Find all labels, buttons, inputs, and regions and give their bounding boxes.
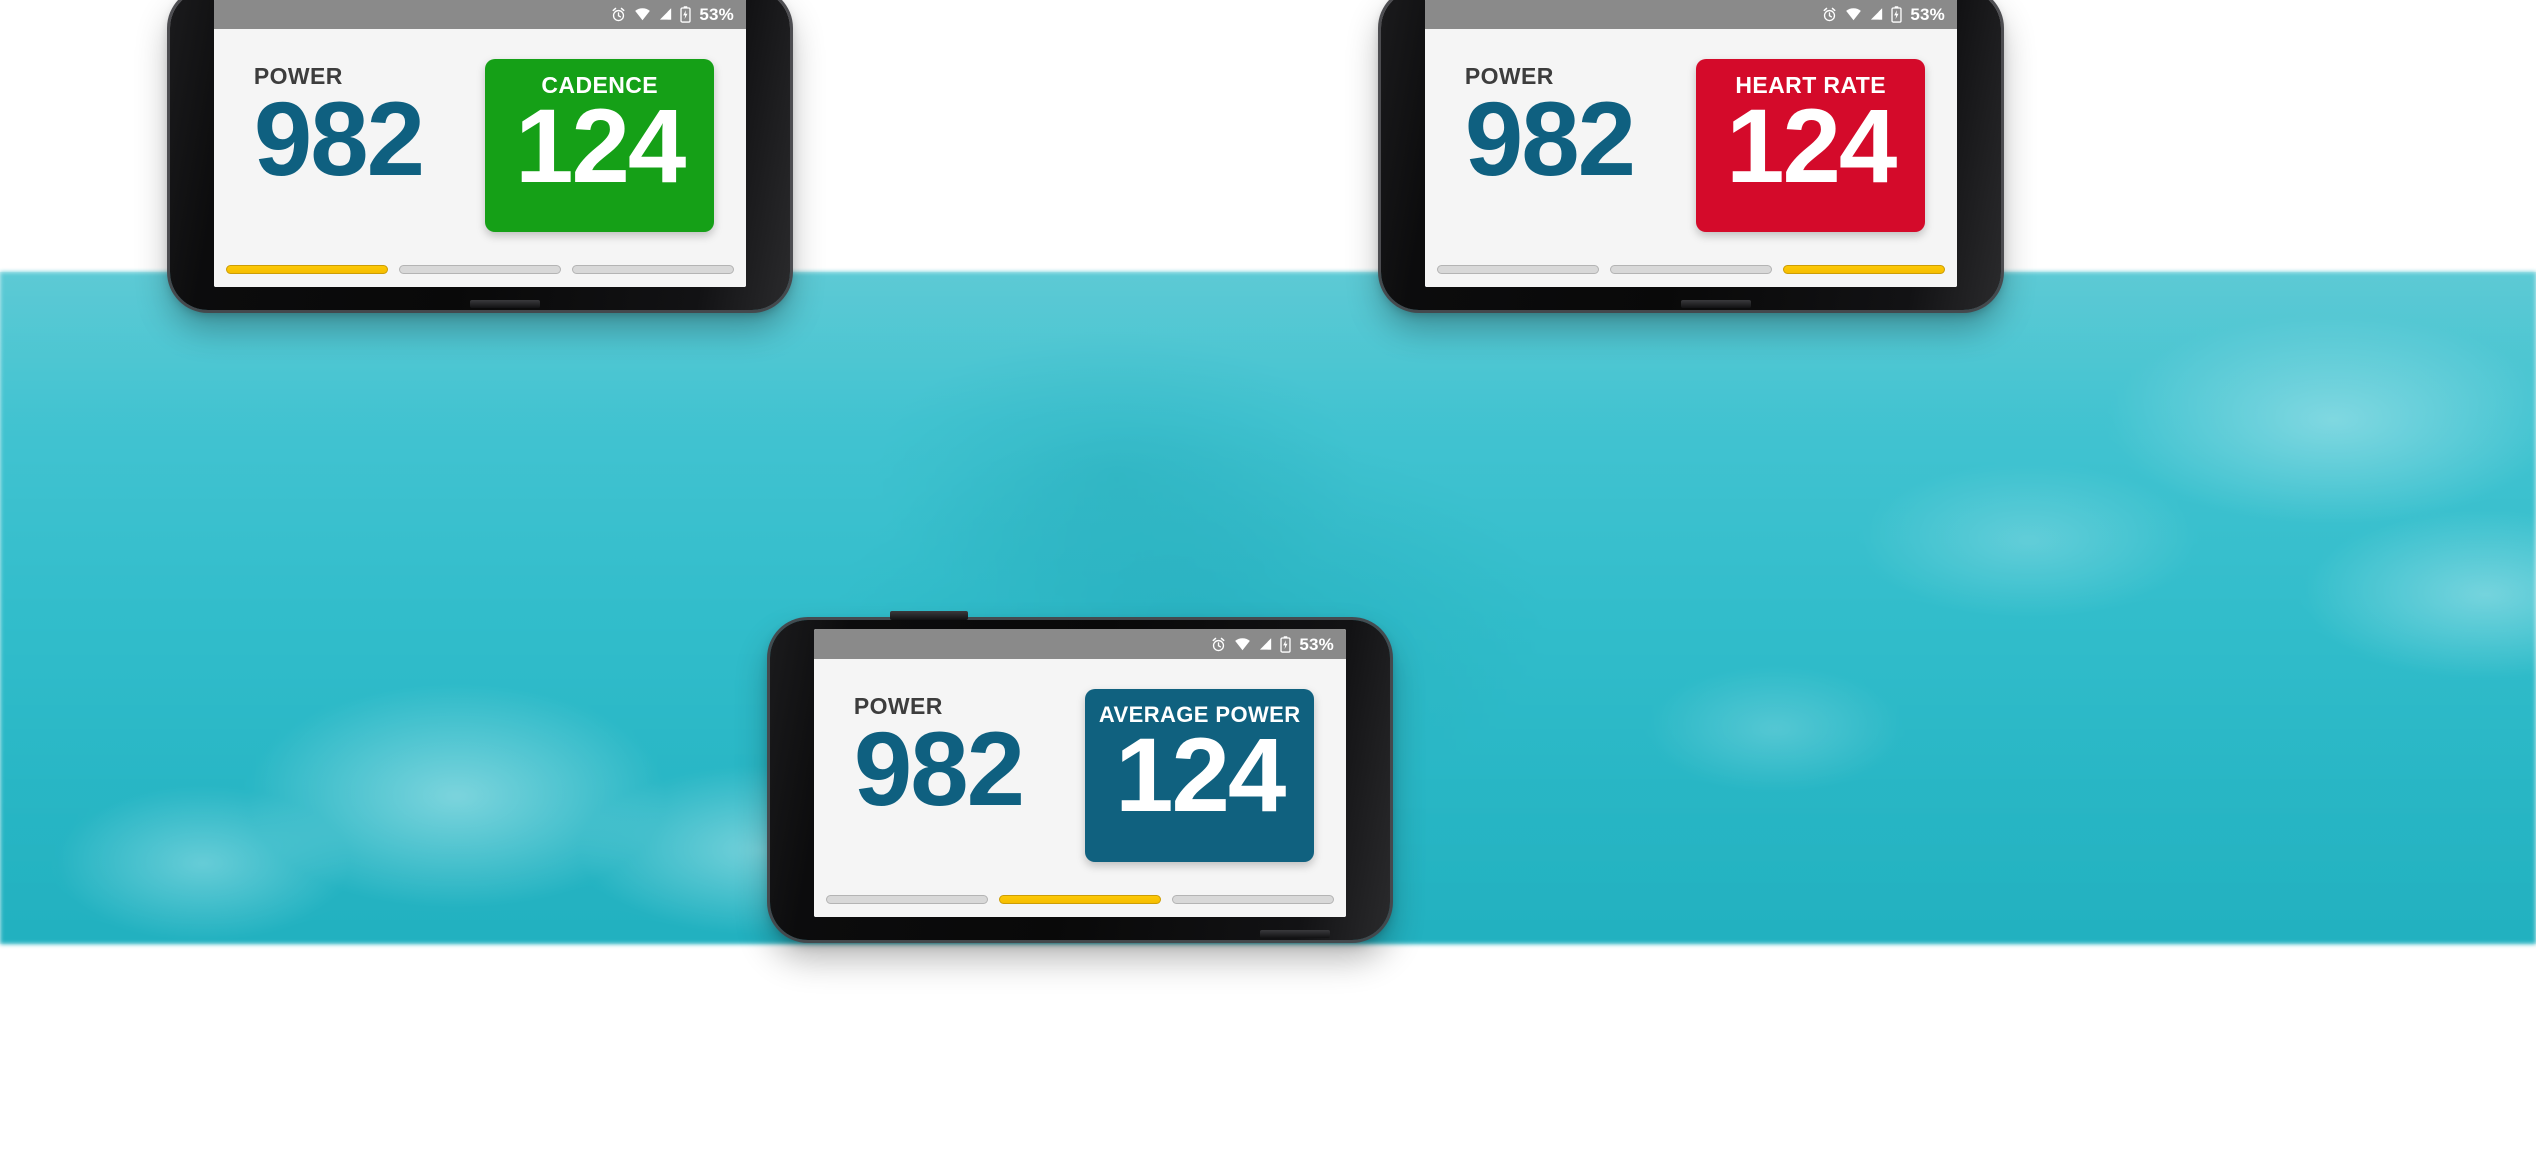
phone-screen-average-power: 53% POWER 982 AVERAGE POWER 124: [814, 629, 1346, 917]
average-power-card[interactable]: AVERAGE POWER 124: [1085, 688, 1315, 862]
page-indicator-1[interactable]: [1436, 265, 1600, 275]
primary-metric-value: 982: [853, 711, 1025, 829]
primary-metric-value: 982: [253, 81, 425, 199]
cell-signal-icon: [1871, 8, 1883, 20]
phone-screen-cadence: 53% POWER 982 CADENCE 124: [214, 0, 746, 287]
page-indicator-2[interactable]: [998, 895, 1162, 905]
page-indicator-2[interactable]: [1609, 265, 1773, 275]
status-bar: 53%: [1425, 0, 1957, 29]
primary-metric-power[interactable]: POWER 982: [253, 65, 425, 199]
cell-signal-icon: [1260, 638, 1272, 650]
page-indicator-group: [214, 265, 746, 287]
battery-percent-label: 53%: [1299, 634, 1334, 654]
status-bar: 53%: [814, 629, 1346, 659]
battery-percent-label: 53%: [1910, 4, 1945, 24]
alarm-clock-icon: [1823, 7, 1836, 21]
page-indicator-3[interactable]: [571, 265, 735, 275]
page-indicator-1[interactable]: [825, 895, 989, 905]
page-indicator-group: [814, 895, 1346, 917]
primary-metric-value: 982: [1464, 81, 1636, 199]
battery-charging-icon: [1891, 5, 1903, 23]
wifi-icon: [1846, 8, 1862, 21]
status-bar: 53%: [214, 0, 746, 29]
primary-metric-power[interactable]: POWER 982: [1464, 65, 1636, 199]
volume-button[interactable]: [470, 300, 540, 308]
screen-content: POWER 982 CADENCE 124: [214, 29, 746, 287]
wifi-icon: [1235, 638, 1251, 651]
card-value: 124: [1115, 716, 1286, 834]
heart-rate-card[interactable]: HEART RATE 124: [1696, 58, 1926, 232]
battery-charging-icon: [680, 5, 692, 23]
card-value: 124: [515, 87, 686, 205]
cell-signal-icon: [660, 8, 672, 20]
cadence-card[interactable]: CADENCE 124: [485, 58, 715, 232]
volume-button[interactable]: [1681, 300, 1751, 308]
alarm-clock-icon: [612, 7, 625, 21]
page-indicator-2[interactable]: [398, 265, 562, 275]
volume-button[interactable]: [1260, 930, 1330, 938]
phone-mockup-heart-rate: 53% POWER 982 HEART RATE 124: [1381, 0, 2001, 310]
page-indicator-1[interactable]: [225, 265, 389, 275]
phone-mockup-cadence: 53% POWER 982 CADENCE 124: [170, 0, 790, 310]
alarm-clock-icon: [1212, 637, 1225, 651]
battery-percent-label: 53%: [699, 4, 734, 24]
battery-charging-icon: [1280, 635, 1292, 653]
phone-screen-heart-rate: 53% POWER 982 HEART RATE 124: [1425, 0, 1957, 287]
card-value: 124: [1726, 87, 1897, 205]
page-indicator-group: [1425, 265, 1957, 287]
power-button[interactable]: [890, 611, 968, 620]
primary-metric-power[interactable]: POWER 982: [853, 695, 1025, 829]
page-indicator-3[interactable]: [1171, 895, 1335, 905]
wifi-icon: [635, 8, 651, 21]
screen-content: POWER 982 AVERAGE POWER 124: [814, 659, 1346, 917]
screen-content: POWER 982 HEART RATE 124: [1425, 29, 1957, 287]
page-indicator-3[interactable]: [1782, 265, 1946, 275]
phone-mockup-average-power: 53% POWER 982 AVERAGE POWER 124: [770, 611, 1390, 940]
